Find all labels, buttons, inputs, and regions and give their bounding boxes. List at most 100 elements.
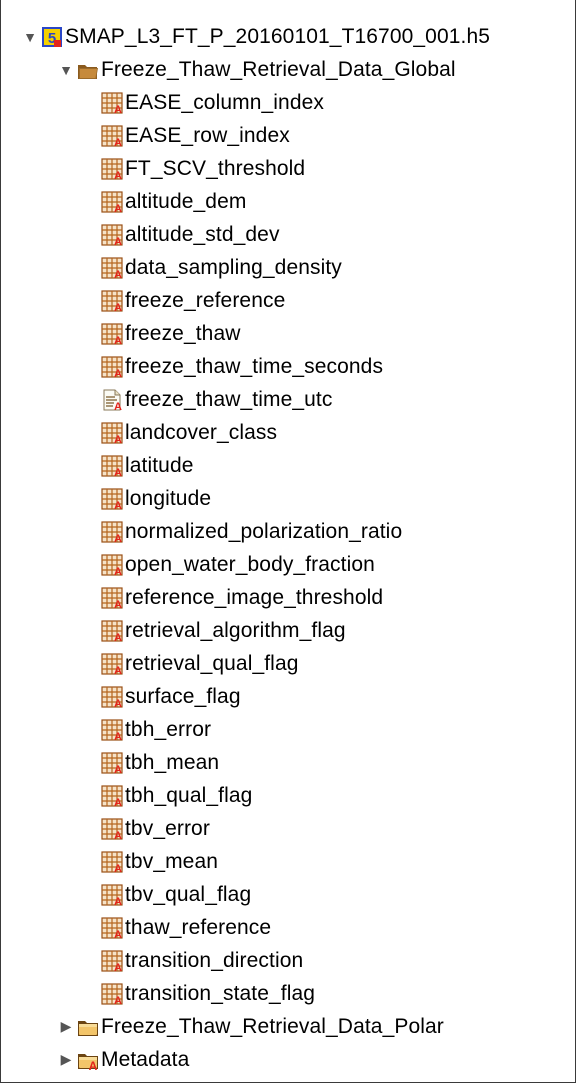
group-global-label: Freeze_Thaw_Retrieval_Data_Global [101, 58, 456, 81]
tree-node-dataset[interactable]: A freeze_reference [101, 284, 285, 317]
dataset-icon: A [101, 223, 123, 246]
tree-node-dataset[interactable]: A freeze_thaw_time_seconds [101, 350, 383, 383]
svg-text:A: A [114, 665, 122, 675]
dataset-label: freeze_thaw [125, 322, 241, 345]
svg-text:A: A [114, 302, 122, 312]
expand-toggle-down-icon[interactable]: ▼ [23, 29, 37, 45]
text-dataset-icon: A [101, 389, 123, 411]
dataset-icon: A [101, 190, 123, 213]
tree-node-group-polar[interactable]: ▶ Freeze_Thaw_Retrieval_Data_Polar [59, 1010, 444, 1043]
dataset-icon: A [101, 685, 123, 708]
tree-node-dataset[interactable]: A tbv_qual_flag [101, 878, 251, 911]
svg-text:A: A [114, 434, 122, 444]
dataset-label: tbv_mean [125, 850, 219, 873]
tree-node-dataset[interactable]: A surface_flag [101, 680, 241, 713]
dataset-label: altitude_std_dev [125, 223, 280, 246]
svg-text:A: A [114, 104, 122, 114]
svg-text:A: A [114, 698, 122, 708]
svg-text:A: A [114, 500, 122, 510]
svg-text:A: A [114, 203, 122, 213]
tree-node-dataset[interactable]: A altitude_dem [101, 185, 246, 218]
dataset-icon: A [101, 520, 123, 543]
tree-node-dataset[interactable]: A latitude [101, 449, 194, 482]
dataset-label: thaw_reference [125, 916, 272, 939]
svg-text:A: A [114, 533, 122, 543]
expand-toggle-right-icon[interactable]: ▶ [59, 1051, 73, 1068]
tree-node-dataset[interactable]: A freeze_thaw_time_utc [101, 383, 332, 416]
dataset-label: open_water_body_fraction [125, 553, 375, 576]
tree-node-root-file[interactable]: ▼ 5 SMAP_L3_FT_P_20160101_T16700_001.h5 [23, 20, 490, 53]
tree-panel: ▼ 5 SMAP_L3_FT_P_20160101_T16700_001.h5 … [0, 0, 576, 1083]
tree-node-dataset[interactable]: A retrieval_algorithm_flag [101, 614, 346, 647]
svg-text:A: A [114, 335, 122, 345]
tree-node-dataset[interactable]: A tbv_error [101, 812, 210, 845]
expand-toggle-right-icon[interactable]: ▶ [59, 1018, 73, 1035]
group-polar-label: Freeze_Thaw_Retrieval_Data_Polar [101, 1015, 444, 1038]
dataset-label: freeze_thaw_time_seconds [125, 355, 384, 378]
tree-node-dataset[interactable]: A freeze_thaw [101, 317, 241, 350]
dataset-icon: A [101, 817, 123, 840]
svg-text:A: A [114, 896, 122, 906]
dataset-label: FT_SCV_threshold [125, 157, 306, 180]
tree-node-dataset[interactable]: A data_sampling_density [101, 251, 342, 284]
dataset-icon: A [101, 850, 123, 873]
dataset-icon: A [101, 982, 123, 1005]
expand-toggle-down-icon[interactable]: ▼ [59, 62, 73, 78]
dataset-label: transition_direction [125, 949, 304, 972]
tree-node-dataset[interactable]: A FT_SCV_threshold [101, 152, 305, 185]
svg-text:A: A [114, 797, 122, 807]
dataset-label: landcover_class [125, 421, 278, 444]
folder-open-icon [77, 59, 99, 81]
tree-node-group-global[interactable]: ▼ Freeze_Thaw_Retrieval_Data_Global [59, 53, 456, 86]
dataset-icon: A [101, 355, 123, 378]
tree-node-dataset[interactable]: A transition_state_flag [101, 977, 315, 1010]
dataset-icon: A [101, 487, 123, 510]
svg-text:A: A [114, 929, 122, 939]
dataset-label: tbv_qual_flag [125, 883, 252, 906]
dataset-icon: A [101, 289, 123, 312]
dataset-icon: A [101, 157, 123, 180]
tree-node-dataset[interactable]: A tbh_mean [101, 746, 219, 779]
dataset-label: data_sampling_density [125, 256, 342, 279]
dataset-icon: A [101, 619, 123, 642]
svg-text:A: A [114, 368, 122, 378]
group-metadata-label: Metadata [101, 1048, 190, 1071]
svg-text:A: A [114, 401, 122, 411]
tree-node-dataset[interactable]: A transition_direction [101, 944, 303, 977]
dataset-label: tbh_mean [125, 751, 220, 774]
svg-text:A: A [114, 962, 122, 972]
tree-node-dataset[interactable]: A EASE_column_index [101, 86, 324, 119]
tree-node-dataset[interactable]: A open_water_body_fraction [101, 548, 375, 581]
dataset-icon: A [101, 454, 123, 477]
dataset-label: tbh_qual_flag [125, 784, 253, 807]
tree-node-dataset[interactable]: A EASE_row_index [101, 119, 290, 152]
dataset-icon: A [101, 784, 123, 807]
svg-text:A: A [114, 599, 122, 609]
dataset-label: surface_flag [125, 685, 241, 708]
tree-node-dataset[interactable]: A altitude_std_dev [101, 218, 280, 251]
dataset-icon: A [101, 916, 123, 939]
svg-text:A: A [114, 137, 122, 147]
tree-node-dataset[interactable]: A longitude [101, 482, 211, 515]
tree-node-dataset[interactable]: A retrieval_qual_flag [101, 647, 299, 680]
tree-node-dataset[interactable]: A landcover_class [101, 416, 277, 449]
dataset-icon: A [101, 751, 123, 774]
dataset-icon: A [101, 256, 123, 279]
dataset-icon: A [101, 883, 123, 906]
tree-node-dataset[interactable]: A tbv_mean [101, 845, 218, 878]
tree-node-dataset[interactable]: A tbh_error [101, 713, 211, 746]
dataset-label: freeze_reference [125, 289, 286, 312]
svg-text:A: A [114, 269, 122, 279]
dataset-label: retrieval_qual_flag [125, 652, 299, 675]
tree-node-dataset[interactable]: A tbh_qual_flag [101, 779, 252, 812]
dataset-label: retrieval_algorithm_flag [125, 619, 346, 642]
tree-node-dataset[interactable]: A thaw_reference [101, 911, 271, 944]
svg-text:A: A [114, 830, 122, 840]
svg-text:A: A [114, 863, 122, 873]
tree-node-group-metadata[interactable]: ▶ A Metadata [59, 1043, 190, 1076]
tree-node-dataset[interactable]: A normalized_polarization_ratio [101, 515, 402, 548]
dataset-label: longitude [125, 487, 212, 510]
tree-node-dataset[interactable]: A reference_image_threshold [101, 581, 383, 614]
svg-text:A: A [114, 566, 122, 576]
svg-text:A: A [114, 467, 122, 477]
